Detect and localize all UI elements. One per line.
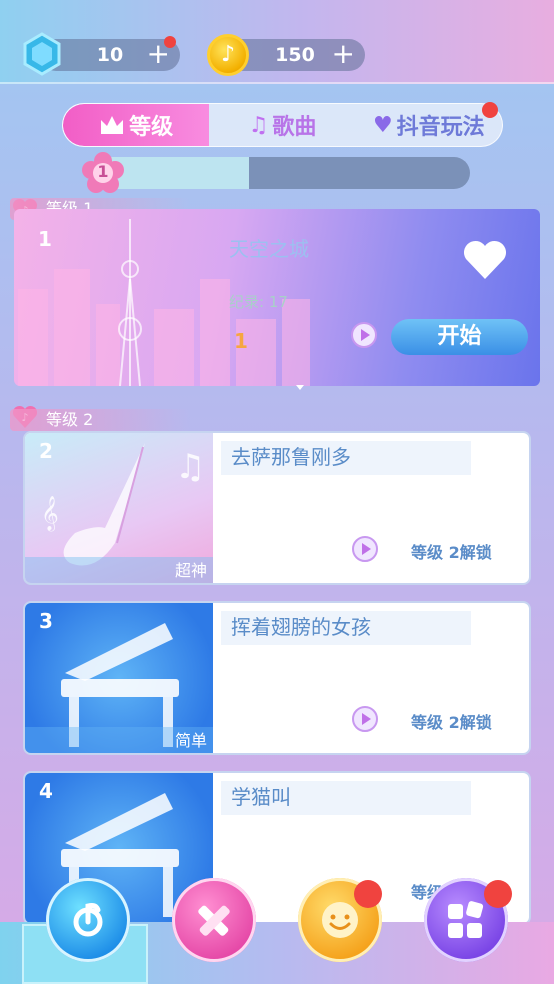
tab-songs-label: 歌曲 bbox=[272, 115, 317, 140]
unlock-requirement: 等级 2解锁 bbox=[411, 713, 492, 732]
heart-icon: ♥ bbox=[372, 112, 393, 138]
add-coins-button[interactable]: + bbox=[332, 39, 355, 69]
song-title: 去萨那鲁刚多 bbox=[221, 441, 471, 475]
preview-play-icon[interactable] bbox=[351, 705, 379, 733]
section-label-level-2: 等级 2 bbox=[10, 409, 190, 431]
cross-tiles-icon bbox=[198, 905, 230, 936]
currency-bar: 10 + 150 + ♪ bbox=[0, 0, 554, 84]
level-badge-number: 1 bbox=[97, 162, 109, 181]
song-title: 学猫叫 bbox=[221, 781, 471, 815]
featured-song-number: 1 bbox=[38, 227, 52, 251]
scroll-indicator-arrow bbox=[296, 385, 304, 390]
tab-level-label: 等级 bbox=[129, 115, 174, 140]
mode-tabs: 等级 ♫ 歌曲 ♥ 抖音玩法 bbox=[62, 103, 503, 147]
song-number: 2 bbox=[39, 439, 53, 463]
gem-notification-dot bbox=[164, 36, 176, 48]
level-flower-badge: 1 bbox=[82, 152, 124, 194]
coin-icon: ♪ bbox=[207, 34, 249, 76]
crown-icon bbox=[101, 116, 124, 134]
svg-text:𝄞: 𝄞 bbox=[41, 496, 59, 532]
more-notification-dot bbox=[484, 880, 512, 908]
featured-song-title: 天空之城 bbox=[229, 237, 309, 261]
song-card[interactable]: ♫ 𝄞 2 超神 去萨那鲁刚多 等级 2解锁 bbox=[23, 431, 531, 585]
song-number: 3 bbox=[39, 609, 53, 633]
featured-song-record: 纪录: 17 bbox=[229, 293, 288, 311]
tab-songs[interactable]: ♫ 歌曲 bbox=[209, 104, 355, 146]
svg-text:♫: ♫ bbox=[175, 447, 205, 487]
music-note-icon: ♫ bbox=[248, 112, 269, 138]
favorite-heart-icon[interactable] bbox=[462, 239, 508, 281]
music-swirl-icon bbox=[73, 903, 103, 937]
song-art-piano: 3 简单 bbox=[25, 603, 213, 753]
tab-douyin-label: 抖音玩法 bbox=[396, 115, 485, 140]
song-number: 4 bbox=[39, 779, 53, 803]
gem-icon bbox=[23, 32, 61, 76]
preview-play-icon[interactable] bbox=[351, 535, 379, 563]
song-difficulty: 简单 bbox=[174, 731, 207, 750]
nav-challenge-button[interactable] bbox=[172, 878, 256, 962]
featured-song-card[interactable]: 1 天空之城 纪录: 17 1 开始 bbox=[14, 209, 540, 386]
song-title: 挥着翅膀的女孩 bbox=[221, 611, 471, 645]
level-progress-bar bbox=[96, 157, 470, 189]
unlock-requirement: 等级 2解锁 bbox=[411, 543, 492, 562]
nav-music-button[interactable] bbox=[46, 878, 130, 962]
tab-level[interactable]: 等级 bbox=[63, 104, 210, 146]
song-art-guitar: ♫ 𝄞 2 超神 bbox=[25, 433, 213, 583]
social-notification-dot bbox=[354, 880, 382, 908]
grid-blocks-icon bbox=[448, 901, 484, 938]
song-difficulty: 超神 bbox=[174, 561, 207, 580]
featured-song-score: 1 bbox=[234, 329, 248, 353]
tab-douyin[interactable]: ♥ 抖音玩法 bbox=[356, 104, 502, 146]
preview-play-icon[interactable] bbox=[350, 321, 378, 349]
smiley-face-icon bbox=[322, 902, 358, 938]
tab-notification-dot bbox=[482, 102, 498, 118]
start-button[interactable]: 开始 bbox=[391, 319, 528, 355]
song-card[interactable]: 3 简单 挥着翅膀的女孩 等级 2解锁 bbox=[23, 601, 531, 755]
